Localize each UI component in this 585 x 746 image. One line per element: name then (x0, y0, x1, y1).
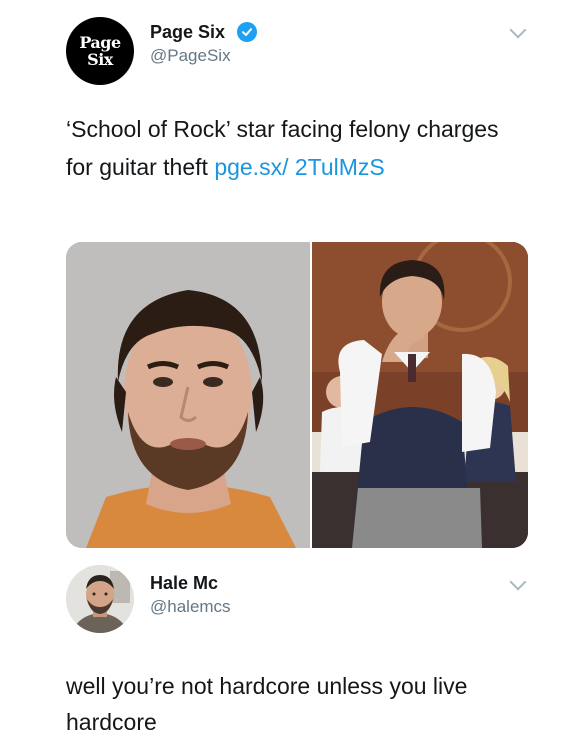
tweet-pagesix[interactable]: Page Six Page Six @PageSix ‘School of Ro… (0, 0, 585, 560)
pagesix-avatar[interactable]: Page Six (66, 17, 134, 85)
tweet-link[interactable]: pge.sx/ 2TulMzS (214, 154, 384, 180)
chevron-down-icon[interactable] (509, 21, 527, 39)
media-grid[interactable] (66, 242, 528, 548)
user-handle[interactable]: @PageSix (150, 46, 231, 66)
chevron-down-icon[interactable] (509, 573, 527, 591)
tweet-text: well you’re not hardcore unless you live… (66, 673, 468, 735)
display-name[interactable]: Page Six (150, 22, 225, 43)
school-of-rock-still[interactable] (312, 242, 528, 548)
tweet-text: ‘School of Rock’ star facing felony char… (66, 110, 516, 186)
halemc-avatar[interactable] (66, 565, 134, 633)
tweet-reply-halemc[interactable]: Hale Mc @halemcs well you’re not hardcor… (0, 560, 585, 746)
avatar-logo-line2: Six (87, 50, 113, 69)
display-name[interactable]: Hale Mc (150, 573, 218, 594)
mugshot-photo[interactable] (66, 242, 310, 548)
verified-badge-icon (237, 22, 257, 42)
user-handle[interactable]: @halemcs (150, 597, 231, 617)
avatar-logo-line1: Page (79, 33, 121, 52)
